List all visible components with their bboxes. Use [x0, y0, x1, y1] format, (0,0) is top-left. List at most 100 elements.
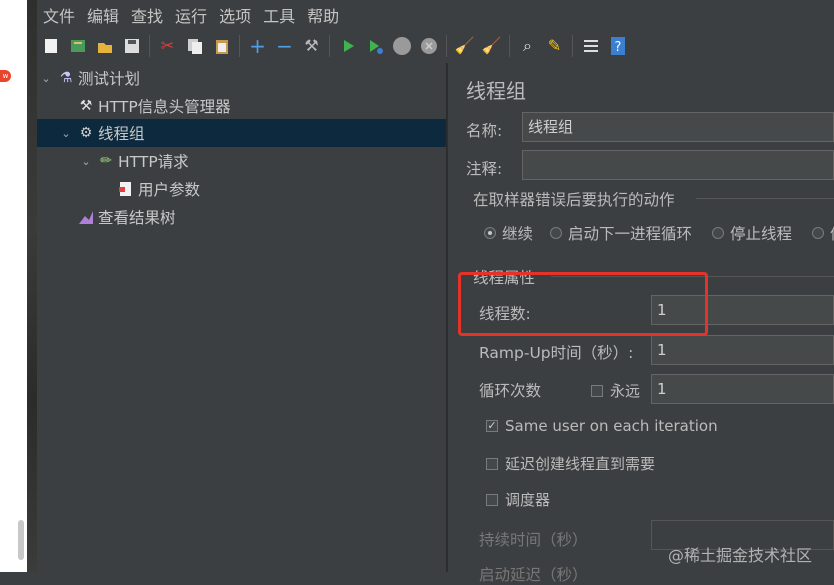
tree-node-label: 线程组	[98, 125, 145, 143]
tree-node-label: 测试计划	[78, 70, 141, 88]
checkbox[interactable]	[486, 493, 498, 506]
checkbox-label: 永远	[610, 382, 641, 400]
wrench-icon: ⚒	[79, 98, 93, 114]
group-border	[696, 198, 834, 199]
tree-node-header-manager[interactable]: ⚒ HTTP信息头管理器	[59, 92, 231, 120]
error-action-group-title: 在取样器错误后要执行的动作	[473, 191, 675, 209]
rampup-label: Ramp-Up时间（秒）:	[479, 344, 634, 362]
radio-button[interactable]	[550, 227, 562, 239]
radio-stop-test[interactable]: 停	[812, 222, 834, 244]
name-label: 名称:	[466, 122, 503, 140]
tree-node-label: HTTP信息头管理器	[98, 98, 231, 116]
search-icon[interactable]: ⌕	[517, 35, 539, 57]
notification-badge: w	[0, 70, 11, 82]
shutdown-icon[interactable]	[418, 35, 440, 57]
function-helper-icon[interactable]	[580, 35, 602, 57]
toolbar-separator	[239, 35, 240, 57]
tree-node-label: HTTP请求	[118, 153, 189, 171]
background-scrollbar	[18, 520, 24, 560]
tree-node-http-request[interactable]: ⌄ ✏ HTTP请求	[79, 147, 189, 175]
checkbox-label: 调度器	[505, 491, 551, 509]
radio-label: 停止线程	[730, 225, 793, 243]
toolbar: ✂ + − ⚒ 🧹 🧹 ⌕ ✎ ?	[37, 29, 834, 64]
menu-bar: 文件 编辑 查找 运行 选项 工具 帮助	[37, 0, 834, 29]
svg-text:?: ?	[614, 40, 621, 55]
tree-node-label: 用户参数	[138, 181, 201, 199]
toolbar-separator	[572, 35, 573, 57]
watermark: @稀土掘金技术社区	[668, 546, 813, 565]
background-window: w	[0, 0, 27, 572]
loop-count-field[interactable]: 1	[651, 374, 834, 404]
forever-checkbox[interactable]: 永远	[591, 380, 640, 401]
new-icon[interactable]	[40, 35, 62, 57]
stop-icon[interactable]	[391, 35, 413, 57]
copy-icon[interactable]	[184, 35, 206, 57]
rampup-field[interactable]: 1	[651, 335, 834, 365]
radio-label: 停	[830, 222, 834, 244]
expand-icon[interactable]: +	[247, 35, 269, 57]
clear-icon[interactable]: 🧹	[454, 35, 476, 57]
pipette-icon: ✏	[100, 153, 112, 169]
comment-field[interactable]	[522, 150, 834, 180]
chevron-down-icon[interactable]: ⌄	[59, 127, 73, 140]
start-no-pause-icon[interactable]	[364, 35, 386, 57]
paste-icon[interactable]	[211, 35, 233, 57]
save-icon[interactable]	[121, 35, 143, 57]
checkbox[interactable]	[486, 457, 498, 470]
highlight-annotation	[458, 272, 708, 336]
radio-continue[interactable]: 继续	[484, 222, 533, 244]
menu-help[interactable]: 帮助	[301, 3, 345, 27]
test-plan-tree: ⌄ ⚗ 测试计划 ⚒ HTTP信息头管理器 ⌄ ⚙ 线程组 ⌄ ✏ HTTP请求…	[37, 63, 447, 572]
checkbox-label: Same user on each iteration	[505, 417, 718, 435]
radio-label: 启动下一进程循环	[568, 225, 693, 243]
toolbar-separator	[509, 35, 510, 57]
radio-start-next-loop[interactable]: 启动下一进程循环	[550, 222, 692, 244]
duration-label: 持续时间（秒）	[479, 531, 588, 549]
name-field[interactable]: 线程组	[522, 112, 834, 142]
same-user-checkbox[interactable]: ✓ Same user on each iteration	[486, 417, 718, 435]
start-icon[interactable]	[337, 35, 359, 57]
tree-node-thread-group[interactable]: ⌄ ⚙ 线程组	[37, 119, 446, 147]
templates-icon[interactable]	[67, 35, 89, 57]
menu-search[interactable]: 查找	[125, 3, 169, 27]
cut-icon[interactable]: ✂	[157, 35, 179, 57]
desktop-edge	[27, 0, 37, 572]
toolbar-separator	[149, 35, 150, 57]
flask-icon: ⚗	[59, 70, 73, 86]
clear-all-icon[interactable]: 🧹	[481, 35, 503, 57]
menu-edit[interactable]: 编辑	[81, 3, 125, 27]
checkbox[interactable]: ✓	[486, 420, 498, 432]
toolbar-separator	[329, 35, 330, 57]
menu-file[interactable]: 文件	[37, 3, 81, 27]
delay-thread-creation-checkbox[interactable]: 延迟创建线程直到需要	[486, 453, 655, 474]
help-icon[interactable]: ?	[607, 35, 629, 57]
radio-button[interactable]	[484, 227, 496, 239]
radio-stop-thread[interactable]: 停止线程	[712, 222, 792, 244]
radio-button[interactable]	[812, 227, 824, 239]
panel-title: 线程组	[466, 79, 526, 103]
checkbox[interactable]	[591, 384, 603, 397]
tree-node-result-tree[interactable]: 查看结果树	[59, 203, 176, 231]
document-icon	[117, 180, 135, 198]
gear-icon: ⚙	[79, 125, 93, 141]
open-icon[interactable]	[94, 35, 116, 57]
collapse-icon[interactable]: −	[274, 35, 296, 57]
tree-node-label: 查看结果树	[98, 209, 176, 227]
radio-label: 继续	[502, 225, 534, 243]
checkbox-label: 延迟创建线程直到需要	[505, 455, 656, 473]
tree-node-user-params[interactable]: 用户参数	[99, 175, 200, 203]
comment-label: 注释:	[466, 160, 503, 178]
chevron-down-icon[interactable]: ⌄	[39, 72, 53, 85]
startup-delay-label: 启动延迟（秒）	[479, 566, 588, 584]
menu-options[interactable]: 选项	[213, 3, 257, 27]
menu-run[interactable]: 运行	[169, 3, 213, 27]
tree-node-test-plan[interactable]: ⌄ ⚗ 测试计划	[39, 64, 140, 92]
chart-icon	[77, 208, 95, 226]
reset-search-icon[interactable]: ✎	[544, 35, 566, 57]
toggle-icon[interactable]: ⚒	[301, 35, 323, 57]
chevron-down-icon[interactable]: ⌄	[79, 155, 93, 168]
loop-count-label: 循环次数	[479, 382, 542, 400]
menu-tools[interactable]: 工具	[257, 3, 301, 27]
scheduler-checkbox[interactable]: 调度器	[486, 489, 550, 510]
radio-button[interactable]	[712, 227, 724, 239]
